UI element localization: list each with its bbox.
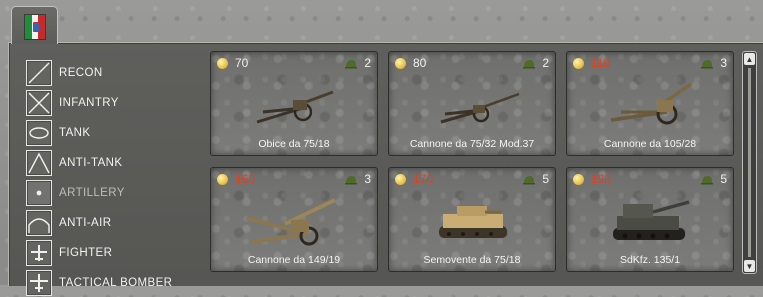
prestige-coin-icon xyxy=(217,58,228,69)
self-propelled-gun-image xyxy=(439,206,507,238)
category-label: FIGHTER xyxy=(59,247,113,259)
category-anti-air[interactable]: ANTI-AIR xyxy=(26,209,206,237)
scroll-down-arrow-icon[interactable]: ▼ xyxy=(744,260,755,272)
category-artillery[interactable]: ARTILLERY xyxy=(26,179,206,207)
helmet-icon xyxy=(345,60,357,69)
category-label: INFANTRY xyxy=(59,97,119,109)
unit-card[interactable]: 170 5 Semovente da 75/18 xyxy=(388,167,556,272)
anti-tank-icon xyxy=(26,150,52,176)
unit-card[interactable]: 110 3 Cannone da 105/28 xyxy=(566,51,734,156)
category-tank[interactable]: TANK xyxy=(26,119,206,147)
tank-destroyer-image xyxy=(613,200,690,240)
prestige-coin-icon xyxy=(573,58,584,69)
heavy-howitzer-image xyxy=(246,198,336,246)
unit-count: 2 xyxy=(542,56,549,70)
unit-name: Cannone da 105/28 xyxy=(603,138,697,150)
category-anti-tank[interactable]: ANTI-TANK xyxy=(26,149,206,177)
unit-card[interactable]: 70 2 Obice da 75/18 xyxy=(210,51,378,156)
tactical-bomber-icon xyxy=(26,270,52,296)
prestige-coin-icon xyxy=(395,58,406,69)
prestige-coin-icon xyxy=(217,174,228,185)
tank-icon xyxy=(26,120,52,146)
unit-name: Obice da 75/18 xyxy=(258,138,330,150)
helmet-icon xyxy=(701,60,713,69)
unit-list-scrollbar[interactable]: ▲ ▼ xyxy=(742,51,757,274)
helmet-icon xyxy=(523,60,535,69)
helmet-icon xyxy=(523,176,535,185)
helmet-icon xyxy=(345,176,357,185)
category-label: ARTILLERY xyxy=(59,187,125,199)
unit-name: Semovente da 75/18 xyxy=(423,254,521,266)
infantry-icon xyxy=(26,90,52,116)
prestige-coin-icon xyxy=(395,174,406,185)
unit-cost: 170 xyxy=(413,172,434,186)
unit-card[interactable]: 80 2 Cannone da 75/32 Mod.37 xyxy=(388,51,556,156)
unit-count: 5 xyxy=(542,172,549,186)
category-infantry[interactable]: INFANTRY xyxy=(26,89,206,117)
nation-tab[interactable] xyxy=(11,6,58,44)
artillery-icon xyxy=(26,180,52,206)
scroll-up-arrow-icon[interactable]: ▲ xyxy=(744,53,755,65)
unit-card[interactable]: 190 5 SdKfz. 135/1 xyxy=(566,167,734,272)
italy-flag-icon xyxy=(25,15,46,39)
prestige-coin-icon xyxy=(573,174,584,185)
category-label: TANK xyxy=(59,127,91,139)
unit-cost: 80 xyxy=(413,56,427,70)
unit-card[interactable]: 160 3 Cannone da 149/19 xyxy=(210,167,378,272)
howitzer-image xyxy=(256,90,334,124)
unit-cost: 190 xyxy=(591,172,612,186)
unit-name: Cannone da 75/32 Mod.37 xyxy=(409,138,535,150)
field-gun-image xyxy=(440,92,520,124)
scroll-track[interactable] xyxy=(748,68,751,257)
category-fighter[interactable]: FIGHTER xyxy=(26,239,206,267)
category-tactical-bomber[interactable]: TACTICAL BOMBER xyxy=(26,269,206,297)
category-recon[interactable]: RECON xyxy=(26,59,206,87)
category-label: ANTI-TANK xyxy=(59,157,123,169)
unit-cost: 70 xyxy=(235,56,249,70)
recon-icon xyxy=(26,60,52,86)
unit-count: 5 xyxy=(720,172,727,186)
helmet-icon xyxy=(701,176,713,185)
category-label: TACTICAL BOMBER xyxy=(59,277,173,289)
anti-air-icon xyxy=(26,210,52,236)
unit-count: 3 xyxy=(720,56,727,70)
unit-count: 2 xyxy=(364,56,371,70)
unit-name: SdKfz. 135/1 xyxy=(619,254,681,266)
category-label: RECON xyxy=(59,67,103,79)
unit-name: Cannone da 149/19 xyxy=(247,254,341,266)
heavy-gun-image xyxy=(610,82,692,125)
unit-count: 3 xyxy=(364,172,371,186)
unit-cost: 110 xyxy=(591,56,611,70)
fighter-icon xyxy=(26,240,52,266)
category-label: ANTI-AIR xyxy=(59,217,112,229)
unit-cost: 160 xyxy=(235,172,256,186)
